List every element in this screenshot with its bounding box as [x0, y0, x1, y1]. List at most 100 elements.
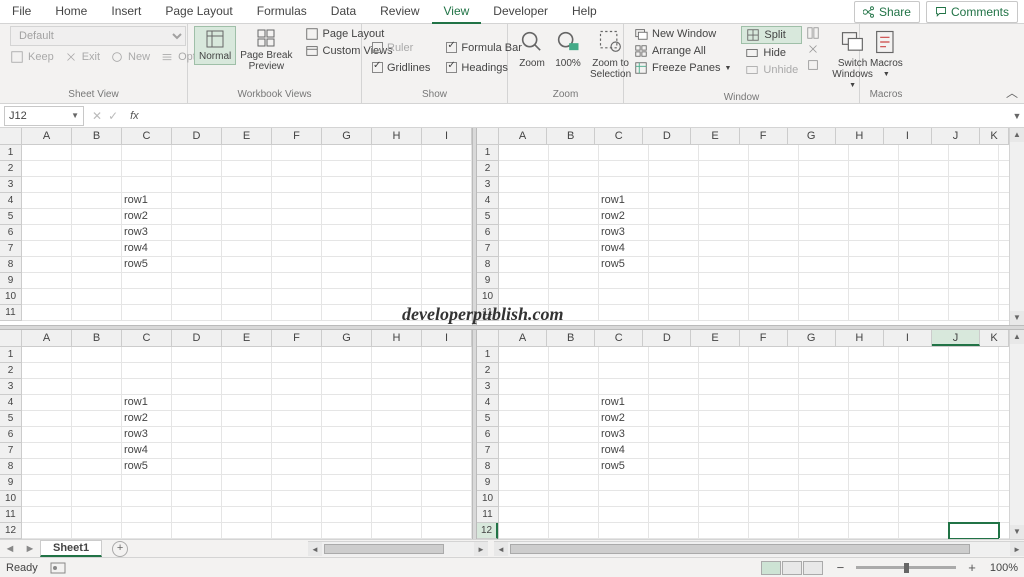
cell[interactable] [372, 209, 422, 225]
cell[interactable] [599, 523, 649, 539]
cell[interactable] [699, 225, 749, 241]
cell[interactable] [699, 161, 749, 177]
cell[interactable] [549, 523, 599, 539]
cell[interactable] [272, 363, 322, 379]
cell[interactable] [22, 475, 72, 491]
cell[interactable] [372, 145, 422, 161]
cell[interactable] [949, 379, 999, 395]
column-header[interactable]: D [643, 128, 691, 144]
hscroll-left-1[interactable]: ◄ [308, 542, 322, 556]
cell[interactable] [899, 411, 949, 427]
side-by-side-icon[interactable] [806, 26, 820, 40]
cell[interactable] [549, 305, 599, 321]
cell[interactable] [949, 161, 999, 177]
cell[interactable] [949, 289, 999, 305]
macros-button[interactable]: Macros ▼ [866, 26, 907, 81]
cell[interactable] [422, 273, 472, 289]
row-header[interactable]: 6 [477, 225, 498, 241]
cell[interactable]: row3 [599, 225, 649, 241]
vscroll-down-bottom[interactable]: ▼ [1010, 525, 1024, 539]
name-box[interactable]: J12▼ [4, 106, 84, 126]
row-header[interactable]: 9 [477, 273, 498, 289]
add-sheet-button[interactable]: + [112, 541, 128, 557]
column-header[interactable]: B [72, 330, 122, 346]
cell[interactable] [222, 209, 272, 225]
cell[interactable] [22, 241, 72, 257]
cell[interactable] [422, 289, 472, 305]
column-header[interactable]: C [122, 128, 172, 144]
cell[interactable] [372, 507, 422, 523]
cell[interactable] [849, 523, 899, 539]
cell[interactable] [899, 305, 949, 321]
cell[interactable] [72, 305, 122, 321]
row-header[interactable]: 1 [0, 347, 21, 363]
cell[interactable] [122, 507, 172, 523]
cell[interactable] [749, 289, 799, 305]
split-bar-horizontal[interactable] [0, 325, 1024, 330]
cell[interactable] [549, 161, 599, 177]
cell[interactable] [849, 193, 899, 209]
row-header[interactable]: 1 [477, 145, 498, 161]
cell[interactable] [699, 177, 749, 193]
cell[interactable] [372, 523, 422, 539]
cell[interactable] [322, 177, 372, 193]
cell[interactable] [599, 145, 649, 161]
cell[interactable] [649, 209, 699, 225]
cell[interactable] [172, 427, 222, 443]
cell[interactable] [172, 273, 222, 289]
cell[interactable] [222, 177, 272, 193]
row-header[interactable]: 4 [0, 193, 21, 209]
row-header[interactable]: 7 [0, 241, 21, 257]
vscroll-up-bottom[interactable]: ▲ [1010, 330, 1024, 344]
cancel-formula-icon[interactable]: ✕ [92, 109, 102, 123]
cell[interactable] [899, 225, 949, 241]
fx-label[interactable]: fx [126, 110, 143, 122]
column-header[interactable]: C [595, 330, 643, 346]
zoom-in-button[interactable]: + [964, 560, 980, 575]
column-header[interactable]: H [836, 128, 884, 144]
cell[interactable] [499, 257, 549, 273]
cell[interactable] [999, 225, 1009, 241]
cell[interactable] [372, 443, 422, 459]
cell[interactable] [799, 475, 849, 491]
cell[interactable] [649, 145, 699, 161]
row-header[interactable]: 11 [477, 507, 498, 523]
column-header[interactable]: I [422, 330, 472, 346]
cell[interactable] [649, 427, 699, 443]
cell[interactable] [22, 145, 72, 161]
row-header[interactable]: 9 [0, 273, 21, 289]
cell[interactable] [649, 395, 699, 411]
row-header[interactable]: 5 [0, 411, 21, 427]
tab-file[interactable]: File [0, 0, 43, 24]
cell[interactable] [699, 363, 749, 379]
cell[interactable] [999, 289, 1009, 305]
enter-formula-icon[interactable]: ✓ [108, 109, 118, 123]
cell[interactable] [599, 363, 649, 379]
cell[interactable] [649, 305, 699, 321]
tab-developer[interactable]: Developer [481, 0, 560, 24]
cell[interactable] [72, 443, 122, 459]
cell[interactable] [272, 491, 322, 507]
cell[interactable] [422, 475, 472, 491]
row-header[interactable]: 11 [0, 305, 21, 321]
formula-input[interactable] [143, 106, 1010, 126]
row-header[interactable]: 11 [477, 305, 498, 321]
ruler-checkbox[interactable]: Ruler [368, 41, 434, 55]
cell[interactable]: row3 [122, 225, 172, 241]
column-header[interactable]: K [980, 128, 1009, 144]
row-header[interactable]: 10 [0, 289, 21, 305]
cell[interactable] [422, 427, 472, 443]
cell[interactable] [72, 145, 122, 161]
cell[interactable] [72, 257, 122, 273]
cell[interactable] [172, 379, 222, 395]
cell[interactable] [849, 289, 899, 305]
cell[interactable] [272, 209, 322, 225]
cell[interactable] [172, 209, 222, 225]
column-header[interactable]: H [372, 330, 422, 346]
column-header[interactable]: J [932, 330, 980, 346]
cell[interactable] [849, 427, 899, 443]
cell[interactable] [799, 289, 849, 305]
cell[interactable] [899, 257, 949, 273]
cell[interactable] [22, 379, 72, 395]
cell[interactable] [222, 273, 272, 289]
